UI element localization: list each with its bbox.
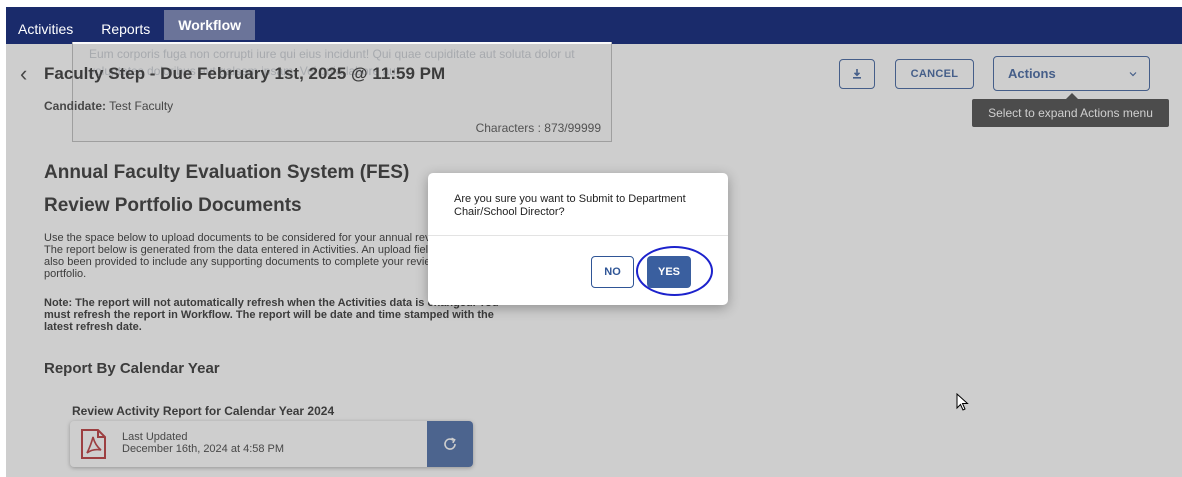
dialog-divider [428,235,728,236]
mouse-cursor-icon [956,393,969,411]
tab-reports[interactable]: Reports [87,14,164,44]
tab-activities[interactable]: Activities [6,14,87,44]
no-button[interactable]: NO [591,256,634,288]
tab-workflow[interactable]: Workflow [164,10,256,40]
confirm-dialog: Are you sure you want to Submit to Depar… [428,173,728,305]
top-nav: Activities Reports Workflow [6,7,1182,44]
dialog-message: Are you sure you want to Submit to Depar… [454,193,686,218]
highlight-circle-annotation [636,246,713,296]
